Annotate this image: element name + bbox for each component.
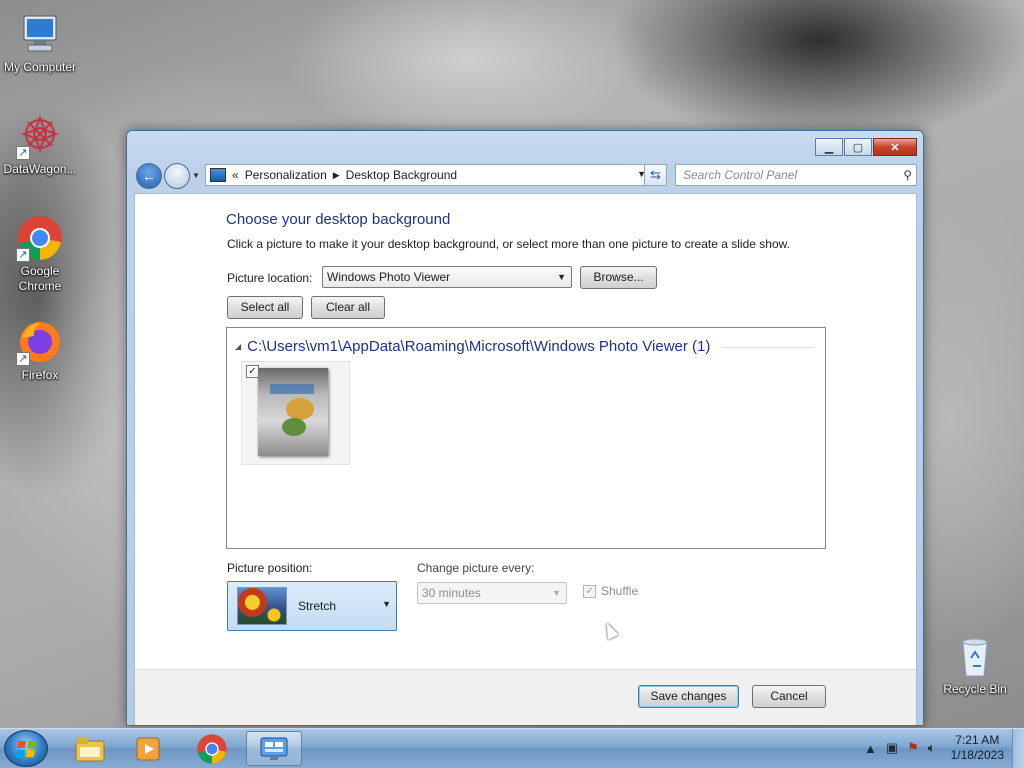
picture-location-select[interactable]: Windows Photo Viewer ▼ <box>322 266 572 288</box>
arrow-left-icon: ← <box>142 168 156 184</box>
show-hidden-icons-icon[interactable]: ▲ <box>864 741 877 756</box>
checkbox-icon: ✓ <box>583 584 596 598</box>
arrow-right-icon: → <box>170 168 184 184</box>
refresh-icon: ⇆ <box>650 167 661 182</box>
refresh-button[interactable]: ⇆ <box>644 164 667 186</box>
taskbar-explorer[interactable] <box>62 731 118 766</box>
page-title: Choose your desktop background <box>226 211 451 228</box>
picture-position-select[interactable]: Stretch ▼ <box>227 581 397 631</box>
search-placeholder: Search Control Panel <box>683 168 798 182</box>
desktop-icon-label: My Computer <box>3 60 77 74</box>
back-button[interactable]: ← <box>136 163 162 189</box>
desktop-background-window: ▁ ▢ ✕ ← → ▼ « Personalization ▶ Desktop … <box>126 130 924 726</box>
shuffle-label: Shuffle <box>601 584 639 598</box>
recent-pages-dropdown[interactable]: ▼ <box>192 171 200 180</box>
picture-gallery[interactable]: ◢ C:\Users\vm1\AppData\Roaming\Microsoft… <box>226 327 826 549</box>
media-player-icon <box>136 737 160 760</box>
shortcut-arrow-icon: ↗ <box>16 352 30 366</box>
maximize-button[interactable]: ▢ <box>844 138 872 156</box>
breadcrumb[interactable]: « Personalization ▶ Desktop Background ▼ <box>205 164 651 186</box>
desktop-icon-firefox[interactable]: ↗ Firefox <box>0 318 80 383</box>
change-picture-value: 30 minutes <box>422 586 481 600</box>
position-preview-image <box>237 587 287 625</box>
chrome-icon <box>197 733 227 764</box>
windows-logo-icon <box>15 740 37 757</box>
chrome-icon: ↗ <box>16 214 64 262</box>
folder-path: C:\Users\vm1\AppData\Roaming\Microsoft\W… <box>247 338 711 355</box>
clock-date: 1/18/2023 <box>950 748 1004 762</box>
divider <box>722 347 814 348</box>
cancel-button[interactable]: Cancel <box>752 685 826 708</box>
dialog-footer: Save changes Cancel <box>135 669 916 725</box>
shortcut-arrow-icon: ↗ <box>16 248 30 262</box>
show-desktop-button[interactable] <box>1012 729 1024 768</box>
clear-all-button[interactable]: Clear all <box>311 296 385 319</box>
change-picture-label: Change picture every: <box>417 561 535 575</box>
desktop-icon-label: Firefox <box>21 368 59 382</box>
shuffle-checkbox[interactable]: ✓ Shuffle <box>583 584 638 598</box>
desktop-icon-chrome[interactable]: ↗ Google Chrome <box>0 214 80 294</box>
search-input[interactable]: Search Control Panel ⚲ <box>675 164 917 186</box>
breadcrumb-separator-icon[interactable]: ▶ <box>333 170 340 181</box>
picture-position-label: Picture position: <box>227 561 313 575</box>
taskbar-chrome[interactable] <box>184 731 240 766</box>
picture-location-value: Windows Photo Viewer <box>327 270 451 284</box>
thumbnail-image <box>258 368 328 456</box>
desktop-icon-recycle-bin[interactable]: Recycle Bin <box>935 632 1015 697</box>
control-panel-icon <box>260 737 288 760</box>
desktop-icon-datawagon[interactable]: ↗ DataWagon... <box>0 112 80 177</box>
volume-icon[interactable]: 🔈︎ <box>928 740 936 756</box>
start-button[interactable] <box>4 730 48 767</box>
folder-group-header[interactable]: ◢ C:\Users\vm1\AppData\Roaming\Microsoft… <box>235 338 710 355</box>
browse-button[interactable]: Browse... <box>580 266 657 289</box>
clock[interactable]: 7:21 AM 1/18/2023 <box>951 733 1004 763</box>
search-icon: ⚲ <box>903 168 912 182</box>
close-button[interactable]: ✕ <box>873 138 917 156</box>
firefox-icon: ↗ <box>16 318 64 366</box>
computer-icon <box>16 10 64 58</box>
select-all-button[interactable]: Select all <box>227 296 303 319</box>
collapse-icon[interactable]: ◢ <box>235 342 241 351</box>
window-controls: ▁ ▢ ✕ <box>814 138 917 156</box>
taskbar-media-player[interactable] <box>120 731 176 766</box>
minimize-button[interactable]: ▁ <box>815 138 843 156</box>
picture-thumbnail[interactable]: ✓ <box>241 361 350 465</box>
chevron-down-icon: ▼ <box>552 588 561 598</box>
action-center-flag-icon[interactable]: ⚑ <box>907 740 919 756</box>
taskbar: ▲ ▣ ⚑ 🔈︎ 7:21 AM 1/18/2023 <box>0 728 1024 768</box>
chevron-down-icon: ▼ <box>382 599 391 609</box>
system-tray: ▲ ▣ ⚑ 🔈︎ 7:21 AM 1/18/2023 <box>864 729 1024 767</box>
datawagon-icon: ↗ <box>16 112 64 160</box>
desktop-icon-label: Recycle Bin <box>943 682 1007 696</box>
recycle-bin-icon <box>951 632 999 680</box>
control-panel-icon <box>210 168 226 182</box>
network-icon[interactable]: ▣ <box>886 740 898 756</box>
shortcut-arrow-icon: ↗ <box>16 146 30 160</box>
page-subtitle: Click a picture to make it your desktop … <box>227 237 790 251</box>
content-pane: Choose your desktop background Click a p… <box>134 193 917 725</box>
save-changes-button[interactable]: Save changes <box>638 685 739 708</box>
picture-position-value: Stretch <box>298 599 337 613</box>
breadcrumb-personalization[interactable]: Personalization <box>245 168 327 182</box>
change-picture-select[interactable]: 30 minutes ▼ <box>417 582 567 604</box>
clock-time: 7:21 AM <box>955 733 1000 747</box>
desktop-icon-my-computer[interactable]: My Computer <box>0 10 80 75</box>
forward-button[interactable]: → <box>164 163 190 189</box>
desktop-icon-label: DataWagon... <box>3 162 77 176</box>
breadcrumb-desktop-background[interactable]: Desktop Background <box>346 168 457 182</box>
breadcrumb-overflow[interactable]: « <box>232 168 239 182</box>
address-bar: ← → ▼ « Personalization ▶ Desktop Backgr… <box>135 161 917 191</box>
folder-icon <box>75 737 105 761</box>
desktop-icon-label: Google Chrome <box>18 264 62 293</box>
taskbar-control-panel[interactable] <box>246 731 302 766</box>
picture-location-label: Picture location: <box>227 271 313 285</box>
chevron-down-icon: ▼ <box>557 272 566 282</box>
